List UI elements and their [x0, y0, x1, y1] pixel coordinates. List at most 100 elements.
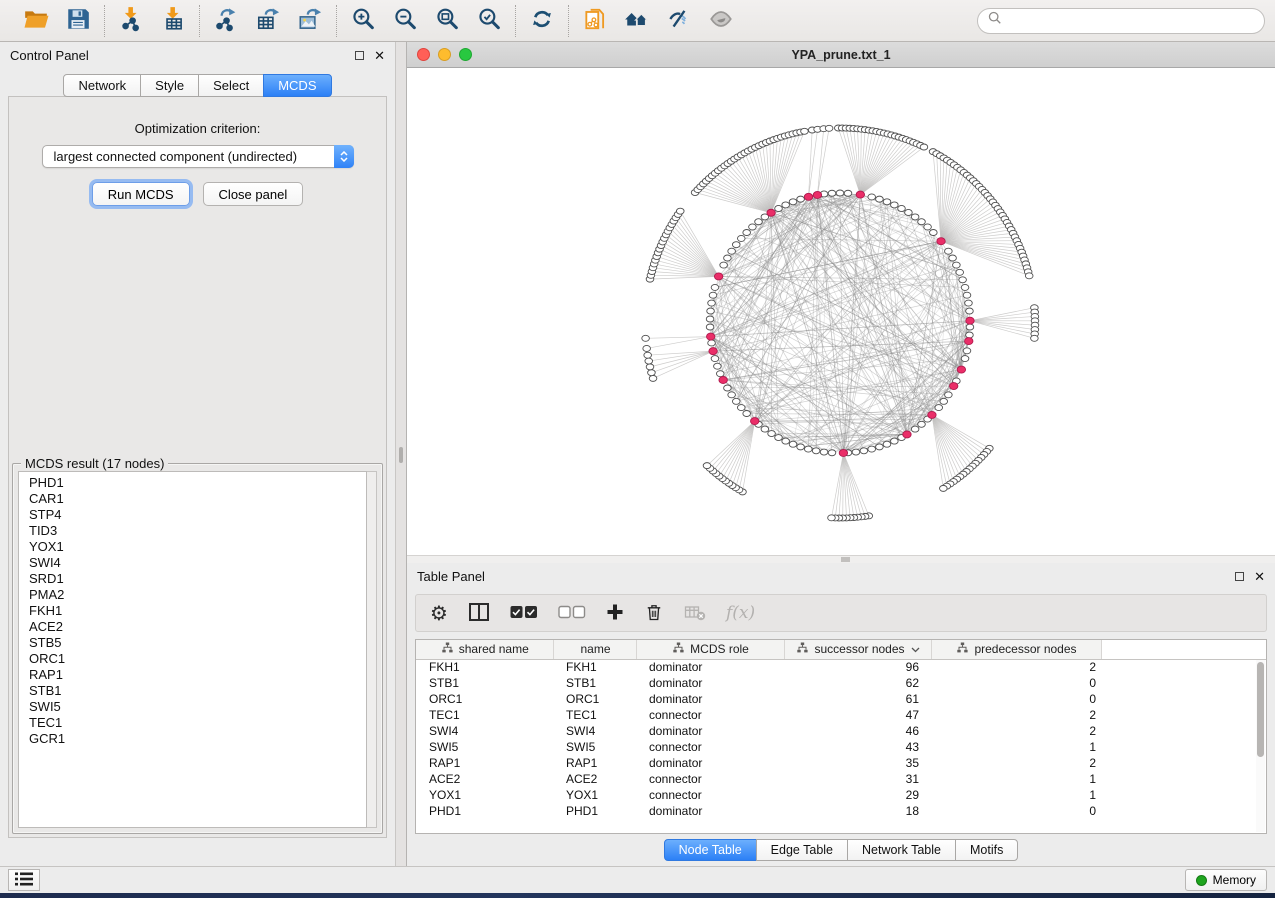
graph-node[interactable] — [836, 190, 844, 196]
graph-node[interactable] — [963, 292, 971, 298]
table-row[interactable]: ACE2ACE2connector311 — [416, 771, 1266, 787]
mcds-result-item[interactable]: SWI4 — [19, 555, 366, 571]
graph-hub-node[interactable] — [709, 348, 717, 355]
graph-node[interactable] — [749, 224, 757, 230]
delete-table-button[interactable] — [684, 602, 706, 625]
graph-node[interactable] — [918, 421, 926, 427]
graph-node[interactable] — [775, 205, 783, 211]
graph-hub-node[interactable] — [937, 238, 945, 245]
graph-node[interactable] — [709, 292, 717, 298]
unselect-all-columns-button[interactable] — [558, 605, 586, 622]
graph-node[interactable] — [961, 284, 969, 290]
clone-network-button[interactable] — [578, 5, 612, 37]
graph-node[interactable] — [716, 371, 724, 377]
table-row[interactable]: RAP1RAP1dominator352 — [416, 755, 1266, 771]
save-session-button[interactable] — [61, 5, 95, 37]
mcds-result-item[interactable]: STB1 — [19, 683, 366, 699]
graph-hub-node[interactable] — [767, 209, 775, 216]
graph-node[interactable] — [708, 340, 716, 346]
mcds-result-item[interactable]: YOX1 — [19, 539, 366, 555]
graph-node[interactable] — [761, 426, 769, 432]
table-row[interactable]: ORC1ORC1dominator610 — [416, 691, 1266, 707]
graph-hub-node[interactable] — [714, 273, 722, 280]
graph-node[interactable] — [737, 235, 745, 241]
graph-hub-node[interactable] — [856, 191, 864, 198]
graph-node[interactable] — [711, 356, 719, 362]
graph-leaf-node[interactable] — [643, 345, 651, 351]
graph-node[interactable] — [965, 300, 973, 306]
mcds-result-item[interactable]: RAP1 — [19, 667, 366, 683]
search-input[interactable] — [1008, 12, 1254, 29]
graph-node[interactable] — [789, 199, 797, 205]
graph-leaf-node[interactable] — [645, 358, 653, 364]
graph-node[interactable] — [868, 446, 876, 452]
graph-leaf-node[interactable] — [801, 128, 809, 134]
minimize-window-icon[interactable] — [438, 48, 451, 61]
graph-hub-node[interactable] — [965, 338, 973, 345]
mcds-result-item[interactable]: ACE2 — [19, 619, 366, 635]
graph-node[interactable] — [755, 219, 763, 225]
graph-node[interactable] — [924, 224, 932, 230]
column-header-predecessor-nodes[interactable]: predecessor nodes — [931, 640, 1101, 659]
select-all-columns-button[interactable] — [510, 605, 538, 622]
table-vertical-scrollbar[interactable] — [1256, 660, 1265, 832]
mcds-result-item[interactable]: FKH1 — [19, 603, 366, 619]
mcds-result-item[interactable]: TEC1 — [19, 715, 366, 731]
task-history-button[interactable] — [8, 869, 40, 891]
graph-node[interactable] — [959, 277, 967, 283]
run-mcds-button[interactable]: Run MCDS — [92, 182, 190, 206]
network-bottom-scrollbar[interactable] — [407, 555, 1275, 563]
graph-node[interactable] — [782, 202, 790, 208]
graph-node[interactable] — [868, 194, 876, 200]
create-column-button[interactable] — [606, 603, 624, 624]
graph-node[interactable] — [852, 449, 860, 455]
graph-node[interactable] — [918, 219, 926, 225]
graph-node[interactable] — [724, 385, 732, 391]
table-row[interactable]: YOX1YOX1connector291 — [416, 787, 1266, 803]
mcds-result-item[interactable]: STB5 — [19, 635, 366, 651]
graph-node[interactable] — [966, 332, 974, 338]
graph-node[interactable] — [876, 196, 884, 202]
close-window-icon[interactable] — [417, 48, 430, 61]
float-panel-icon[interactable] — [355, 51, 364, 60]
graph-node[interactable] — [911, 214, 919, 220]
graph-node[interactable] — [883, 199, 891, 205]
show-graphics-details-button[interactable] — [704, 5, 738, 37]
graph-node[interactable] — [911, 426, 919, 432]
table-row[interactable]: SWI5SWI5connector431 — [416, 739, 1266, 755]
table-row[interactable]: TEC1TEC1connector472 — [416, 707, 1266, 723]
delete-column-button[interactable] — [644, 602, 664, 625]
zoom-out-button[interactable] — [388, 5, 422, 37]
column-chooser-button[interactable] — [468, 602, 490, 625]
float-panel-icon[interactable] — [1235, 572, 1244, 581]
column-header-successor-nodes[interactable]: successor nodes — [784, 640, 931, 659]
graph-hub-node[interactable] — [950, 383, 958, 390]
table-row[interactable]: SWI4SWI4dominator462 — [416, 723, 1266, 739]
graph-node[interactable] — [714, 363, 722, 369]
graph-node[interactable] — [711, 284, 719, 290]
tab-network-table[interactable]: Network Table — [847, 839, 956, 861]
export-table-button[interactable] — [251, 5, 285, 37]
graph-node[interactable] — [706, 316, 714, 322]
graph-node[interactable] — [782, 438, 790, 444]
graph-node[interactable] — [940, 398, 948, 404]
hide-graphics-details-button[interactable] — [662, 5, 696, 37]
graph-leaf-node[interactable] — [1025, 273, 1033, 279]
graph-node[interactable] — [707, 308, 715, 314]
graph-leaf-node[interactable] — [644, 352, 652, 358]
graph-leaf-node[interactable] — [920, 144, 928, 150]
tab-motifs[interactable]: Motifs — [955, 839, 1018, 861]
export-network-button[interactable] — [209, 5, 243, 37]
graph-node[interactable] — [804, 446, 812, 452]
graph-node[interactable] — [876, 444, 884, 450]
graph-hub-node[interactable] — [928, 411, 936, 418]
mcds-list-scrollbar[interactable] — [367, 471, 377, 828]
graph-node[interactable] — [728, 392, 736, 398]
graph-node[interactable] — [883, 441, 891, 447]
graph-hub-node[interactable] — [813, 191, 821, 198]
mcds-result-item[interactable]: SWI5 — [19, 699, 366, 715]
table-row[interactable]: FKH1FKH1dominator962 — [416, 659, 1266, 675]
graph-leaf-node[interactable] — [676, 208, 684, 214]
graph-node[interactable] — [768, 431, 776, 437]
criterion-select[interactable]: largest connected component (undirected) — [42, 145, 354, 168]
